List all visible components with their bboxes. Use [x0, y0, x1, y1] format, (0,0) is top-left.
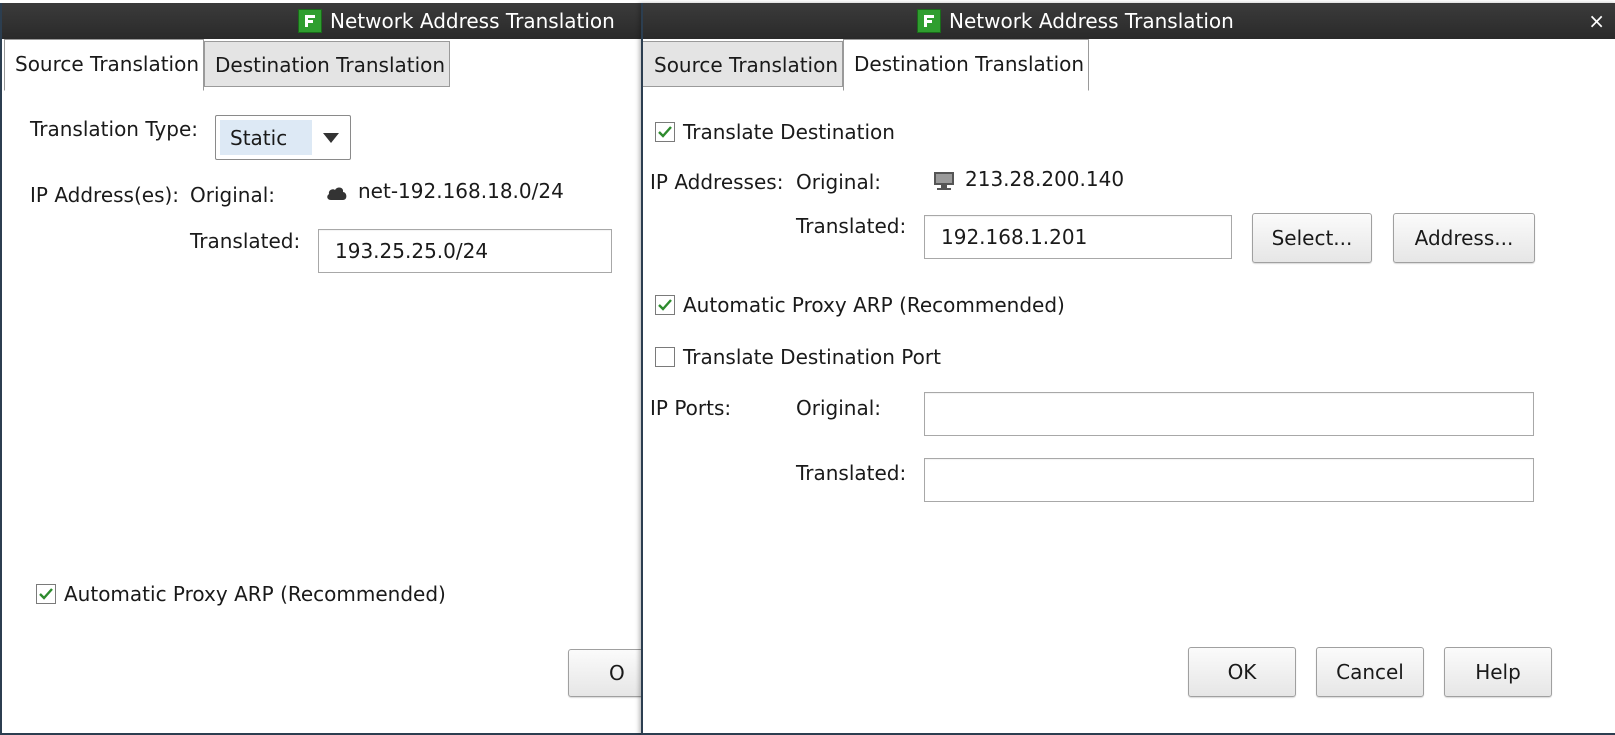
tab-bar: Source Translation Destination Translati…	[643, 39, 1615, 92]
ports-translated-label: Translated:	[796, 461, 907, 485]
checkmark-icon	[658, 299, 672, 311]
translated-input[interactable]: 192.168.1.201	[924, 215, 1232, 259]
computer-icon	[933, 171, 955, 191]
translate-destination-checkbox[interactable]	[655, 122, 675, 142]
title-bar[interactable]: Network Address Translation ×	[643, 3, 1615, 39]
source-nat-window: Network Address Translation Source Trans…	[0, 3, 642, 735]
proxy-arp-checkbox[interactable]	[36, 584, 56, 604]
checkmark-icon	[658, 126, 672, 138]
translation-type-label: Translation Type:	[30, 117, 199, 141]
help-button[interactable]: Help	[1444, 647, 1552, 697]
original-label: Original:	[190, 183, 275, 207]
ports-original-label: Original:	[796, 396, 881, 420]
translate-port-checkbox[interactable]	[655, 347, 675, 367]
tab-content: Translation Type: Static IP Address(es):…	[2, 91, 642, 733]
app-icon	[917, 9, 941, 33]
tab-source-translation[interactable]: Source Translation	[4, 39, 204, 91]
cloud-icon	[326, 185, 348, 201]
translated-input[interactable]: 193.25.25.0/24	[318, 229, 612, 273]
window-title: Network Address Translation	[330, 9, 615, 33]
proxy-arp-label: Automatic Proxy ARP (Recommended)	[64, 582, 446, 606]
tab-bar: Source Translation Destination Translati…	[2, 39, 642, 92]
ports-original-input[interactable]	[924, 392, 1534, 436]
ip-addresses-label: IP Addresses:	[650, 170, 784, 194]
proxy-arp-checkbox[interactable]	[655, 295, 675, 315]
close-icon[interactable]: ×	[1588, 3, 1605, 39]
checkmark-icon	[39, 588, 53, 600]
ip-ports-label: IP Ports:	[650, 396, 732, 420]
chevron-down-icon	[312, 116, 350, 159]
address-button[interactable]: Address...	[1393, 213, 1535, 263]
translate-port-label: Translate Destination Port	[683, 345, 941, 369]
app-icon	[298, 9, 322, 33]
tab-source-translation[interactable]: Source Translation	[643, 41, 843, 87]
original-value: 213.28.200.140	[933, 167, 1124, 191]
original-value-text: net-192.168.18.0/24	[358, 179, 564, 203]
proxy-arp-label: Automatic Proxy ARP (Recommended)	[683, 293, 1065, 317]
original-value-text: 213.28.200.140	[965, 167, 1125, 191]
ok-button-partial[interactable]: O	[568, 649, 642, 697]
cancel-button[interactable]: Cancel	[1316, 647, 1424, 697]
translation-type-value: Static	[220, 120, 312, 155]
translated-label: Translated:	[796, 214, 907, 238]
window-title: Network Address Translation	[949, 9, 1234, 33]
tab-destination-translation[interactable]: Destination Translation	[204, 41, 450, 87]
translated-input-value: 193.25.25.0/24	[335, 239, 489, 263]
title-bar[interactable]: Network Address Translation	[2, 3, 642, 39]
original-label: Original:	[796, 170, 881, 194]
translated-label: Translated:	[190, 229, 301, 253]
tab-destination-translation[interactable]: Destination Translation	[843, 39, 1089, 91]
translation-type-dropdown[interactable]: Static	[215, 115, 351, 160]
original-value: net-192.168.18.0/24	[326, 179, 564, 203]
select-button[interactable]: Select...	[1252, 213, 1372, 263]
translate-destination-label: Translate Destination	[683, 120, 895, 144]
destination-nat-window: Network Address Translation × Source Tra…	[641, 3, 1615, 735]
ip-addresses-label: IP Address(es):	[30, 183, 180, 207]
tab-content: Translate Destination IP Addresses: Orig…	[643, 91, 1615, 733]
translated-input-value: 192.168.1.201	[941, 225, 1088, 249]
ports-translated-input[interactable]	[924, 458, 1534, 502]
ok-button[interactable]: OK	[1188, 647, 1296, 697]
